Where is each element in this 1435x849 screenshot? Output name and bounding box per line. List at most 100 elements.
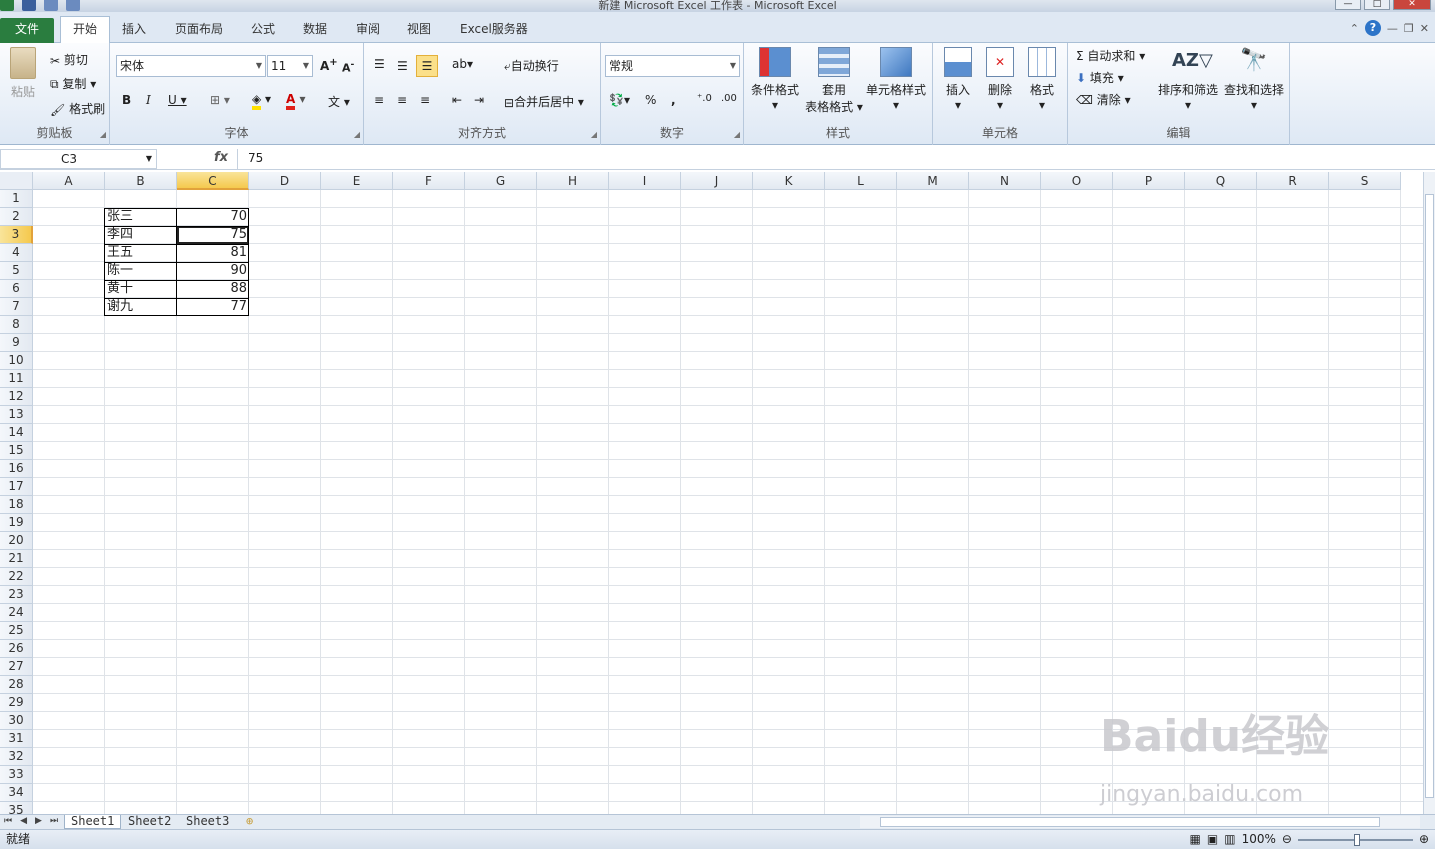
row-header-7[interactable]: 7 xyxy=(0,298,33,316)
row-header-29[interactable]: 29 xyxy=(0,694,33,712)
column-header-i[interactable]: I xyxy=(609,172,681,190)
autosum-button[interactable]: Σ 自动求和 ▾ xyxy=(1076,47,1145,64)
tab-data[interactable]: 数据 xyxy=(297,19,333,43)
row-header-8[interactable]: 8 xyxy=(0,316,33,334)
row-header-25[interactable]: 25 xyxy=(0,622,33,640)
column-header-c[interactable]: C xyxy=(177,172,249,190)
grow-font-button[interactable]: A+ xyxy=(320,57,338,73)
borders-button[interactable]: ⊞ ▾ xyxy=(210,93,230,107)
doc-restore-icon[interactable]: ❐ xyxy=(1404,22,1414,35)
font-size-select[interactable]: 11 ▼ xyxy=(267,55,313,77)
row-header-20[interactable]: 20 xyxy=(0,532,33,550)
merge-center-button[interactable]: ⊟合并后居中 ▾ xyxy=(504,93,584,110)
tab-file[interactable]: 文件 xyxy=(0,18,54,43)
column-header-o[interactable]: O xyxy=(1041,172,1113,190)
collapse-ribbon-icon[interactable]: ⌃ xyxy=(1350,22,1359,35)
column-header-b[interactable]: B xyxy=(105,172,177,190)
currency-button[interactable]: 💱▾ xyxy=(609,93,630,107)
decrease-indent-button[interactable]: ⇤ xyxy=(452,93,462,107)
format-cells-button[interactable]: 格式 ▾ xyxy=(1023,47,1061,112)
align-left-button[interactable]: ≡ xyxy=(374,93,384,107)
tab-page-layout[interactable]: 页面布局 xyxy=(169,19,229,43)
comma-button[interactable]: , xyxy=(671,93,676,107)
row-header-10[interactable]: 10 xyxy=(0,352,33,370)
minimize-button[interactable]: — xyxy=(1335,0,1361,10)
wrap-text-button[interactable]: ⤶自动换行 xyxy=(504,57,559,74)
column-header-s[interactable]: S xyxy=(1329,172,1401,190)
row-header-22[interactable]: 22 xyxy=(0,568,33,586)
copy-button[interactable]: ⧉ 复制 ▾ xyxy=(50,75,96,92)
align-center-button[interactable]: ≡ xyxy=(397,93,407,107)
tab-review[interactable]: 审阅 xyxy=(350,19,386,43)
row-header-27[interactable]: 27 xyxy=(0,658,33,676)
tab-formulas[interactable]: 公式 xyxy=(245,19,281,43)
row-header-28[interactable]: 28 xyxy=(0,676,33,694)
sheet-tab-3[interactable]: Sheet3 xyxy=(180,815,235,829)
vertical-scroll-thumb[interactable] xyxy=(1425,194,1434,798)
format-painter-button[interactable]: 🖌 格式刷 xyxy=(50,100,105,117)
column-header-a[interactable]: A xyxy=(33,172,105,190)
percent-button[interactable]: % xyxy=(645,93,656,107)
row-header-17[interactable]: 17 xyxy=(0,478,33,496)
shrink-font-button[interactable]: A- xyxy=(342,59,354,75)
column-header-p[interactable]: P xyxy=(1113,172,1185,190)
row-header-6[interactable]: 6 xyxy=(0,280,33,298)
sheet-tab-2[interactable]: Sheet2 xyxy=(122,815,177,829)
maximize-button[interactable]: □ xyxy=(1364,0,1390,10)
row-header-14[interactable]: 14 xyxy=(0,424,33,442)
insert-cells-button[interactable]: 插入 ▾ xyxy=(939,47,977,112)
italic-button[interactable]: I xyxy=(146,93,151,107)
paste-button[interactable]: 粘贴 xyxy=(4,47,42,100)
zoom-slider-knob[interactable] xyxy=(1353,833,1360,846)
row-header-1[interactable]: 1 xyxy=(0,190,33,208)
zoom-slider[interactable] xyxy=(1297,833,1413,846)
insert-sheet-icon[interactable]: ⊕ xyxy=(240,815,259,829)
dialog-launcher-icon[interactable]: ◢ xyxy=(100,130,106,139)
insert-function-icon[interactable]: fx xyxy=(214,150,228,165)
last-sheet-icon[interactable]: ⏭ xyxy=(50,815,58,828)
column-header-d[interactable]: D xyxy=(249,172,321,190)
normal-view-icon[interactable]: ▦ xyxy=(1190,830,1201,849)
row-header-35[interactable]: 35 xyxy=(0,802,33,814)
fill-button[interactable]: ⬇ 填充 ▾ xyxy=(1076,69,1124,86)
doc-minimize-icon[interactable]: — xyxy=(1387,22,1398,35)
row-header-18[interactable]: 18 xyxy=(0,496,33,514)
column-header-m[interactable]: M xyxy=(897,172,969,190)
fill-color-button[interactable]: ◈ ▾ xyxy=(252,92,271,110)
horizontal-scrollbar[interactable] xyxy=(860,816,1420,828)
increase-indent-button[interactable]: ⇥ xyxy=(474,93,484,107)
horizontal-scroll-thumb[interactable] xyxy=(880,817,1380,827)
dialog-launcher-icon[interactable]: ◢ xyxy=(354,130,360,139)
page-break-view-icon[interactable]: ▥ xyxy=(1224,830,1235,849)
row-header-2[interactable]: 2 xyxy=(0,208,33,226)
tab-home[interactable]: 开始 xyxy=(60,16,110,44)
column-header-l[interactable]: L xyxy=(825,172,897,190)
row-header-4[interactable]: 4 xyxy=(0,244,33,262)
row-header-21[interactable]: 21 xyxy=(0,550,33,568)
phonetic-button[interactable]: 文 ▾ xyxy=(328,93,350,110)
row-header-24[interactable]: 24 xyxy=(0,604,33,622)
row-header-9[interactable]: 9 xyxy=(0,334,33,352)
column-header-k[interactable]: K xyxy=(753,172,825,190)
row-header-31[interactable]: 31 xyxy=(0,730,33,748)
delete-cells-button[interactable]: ✕ 删除 ▾ xyxy=(981,47,1019,112)
formula-input[interactable]: 75 xyxy=(237,149,1424,169)
close-button[interactable]: ✕ xyxy=(1393,0,1431,10)
column-header-e[interactable]: E xyxy=(321,172,393,190)
row-header-26[interactable]: 26 xyxy=(0,640,33,658)
zoom-out-icon[interactable]: ⊖ xyxy=(1282,830,1292,849)
row-header-11[interactable]: 11 xyxy=(0,370,33,388)
column-header-f[interactable]: F xyxy=(393,172,465,190)
font-color-button[interactable]: A ▾ xyxy=(286,92,306,110)
format-as-table-button[interactable]: 套用 表格格式 ▾ xyxy=(804,47,864,115)
next-sheet-icon[interactable]: ▶ xyxy=(35,815,42,828)
doc-close-icon[interactable]: ✕ xyxy=(1420,22,1429,35)
increase-decimal-button[interactable]: ⁺.0 xyxy=(697,93,712,104)
row-header-34[interactable]: 34 xyxy=(0,784,33,802)
help-icon[interactable]: ? xyxy=(1364,20,1381,36)
sort-filter-button[interactable]: AZ▽ 排序和筛选 ▾ xyxy=(1156,47,1220,112)
row-header-32[interactable]: 32 xyxy=(0,748,33,766)
row-header-33[interactable]: 33 xyxy=(0,766,33,784)
first-sheet-icon[interactable]: ⏮ xyxy=(4,815,12,828)
sheet-tab-1[interactable]: Sheet1 xyxy=(64,815,122,829)
